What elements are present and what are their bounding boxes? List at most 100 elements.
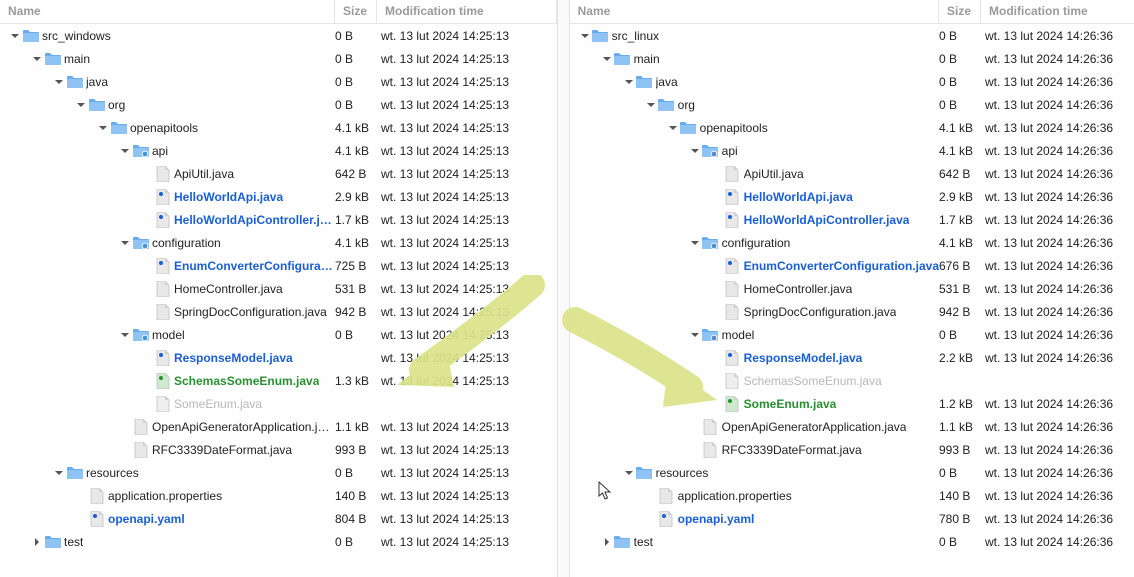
tree-row[interactable]: SchemasSomeEnum.java bbox=[570, 369, 1134, 392]
tree-row[interactable]: ApiUtil.java642 Bwt. 13 lut 2024 14:26:3… bbox=[570, 162, 1134, 185]
tree-row[interactable]: resources0 Bwt. 13 lut 2024 14:26:36 bbox=[570, 461, 1134, 484]
tree-row[interactable]: HelloWorldApi.java2.9 kBwt. 13 lut 2024 … bbox=[570, 185, 1134, 208]
tree-row[interactable]: src_windows0 Bwt. 13 lut 2024 14:25:13 bbox=[0, 24, 557, 47]
twisty-right-icon[interactable] bbox=[600, 535, 614, 549]
tree-row[interactable]: resources0 Bwt. 13 lut 2024 14:25:13 bbox=[0, 461, 557, 484]
tree-row[interactable]: java0 Bwt. 13 lut 2024 14:26:36 bbox=[570, 70, 1134, 93]
tree-row-label: RFC3339DateFormat.java bbox=[722, 443, 862, 457]
twisty-down-icon[interactable] bbox=[622, 466, 636, 480]
tree-row[interactable]: RFC3339DateFormat.java993 Bwt. 13 lut 20… bbox=[0, 438, 557, 461]
tree-row[interactable]: HelloWorldApiController.java1.7 kBwt. 13… bbox=[570, 208, 1134, 231]
tree-row[interactable]: openapi.yaml804 Bwt. 13 lut 2024 14:25:1… bbox=[0, 507, 557, 530]
tree-row[interactable]: SpringDocConfiguration.java942 Bwt. 13 l… bbox=[570, 300, 1134, 323]
tree-row[interactable]: configuration4.1 kBwt. 13 lut 2024 14:25… bbox=[0, 231, 557, 254]
tree-row[interactable]: configuration4.1 kBwt. 13 lut 2024 14:26… bbox=[570, 231, 1134, 254]
tree-row-size: 804 B bbox=[335, 512, 377, 526]
tree-row[interactable]: HelloWorldApiController.java1.7 kBwt. 13… bbox=[0, 208, 557, 231]
tree-row[interactable]: ApiUtil.java642 Bwt. 13 lut 2024 14:25:1… bbox=[0, 162, 557, 185]
header-size[interactable]: Size bbox=[335, 0, 377, 23]
tree-row[interactable]: java0 Bwt. 13 lut 2024 14:25:13 bbox=[0, 70, 557, 93]
twisty-down-icon[interactable] bbox=[74, 98, 88, 112]
tree-row-time: wt. 13 lut 2024 14:26:36 bbox=[981, 190, 1134, 204]
tree-row[interactable]: EnumConverterConfiguration.java676 Bwt. … bbox=[570, 254, 1134, 277]
tree-row[interactable]: model0 Bwt. 13 lut 2024 14:26:36 bbox=[570, 323, 1134, 346]
twisty-down-icon[interactable] bbox=[52, 75, 66, 89]
twisty-down-icon[interactable] bbox=[8, 29, 22, 43]
header-name[interactable]: Name bbox=[0, 0, 335, 23]
tree-row[interactable]: EnumConverterConfiguration.java725 Bwt. … bbox=[0, 254, 557, 277]
tree-row[interactable]: ResponseModel.javawt. 13 lut 2024 14:25:… bbox=[0, 346, 557, 369]
tree-row[interactable]: ResponseModel.java2.2 kBwt. 13 lut 2024 … bbox=[570, 346, 1134, 369]
tree-row[interactable]: api4.1 kBwt. 13 lut 2024 14:26:36 bbox=[570, 139, 1134, 162]
tree-row[interactable]: test0 Bwt. 13 lut 2024 14:26:36 bbox=[570, 530, 1134, 553]
tree-row[interactable]: openapitools4.1 kBwt. 13 lut 2024 14:26:… bbox=[570, 116, 1134, 139]
twisty-down-icon[interactable] bbox=[118, 144, 132, 158]
tree-row[interactable]: SomeEnum.java bbox=[0, 392, 557, 415]
folder-icon bbox=[614, 51, 631, 67]
tree-row-time: wt. 13 lut 2024 14:25:13 bbox=[377, 121, 557, 135]
twisty-down-icon[interactable] bbox=[118, 236, 132, 250]
tree-row[interactable]: main0 Bwt. 13 lut 2024 14:26:36 bbox=[570, 47, 1134, 70]
tree-row-time: wt. 13 lut 2024 14:26:36 bbox=[981, 167, 1134, 181]
tree-row-label: main bbox=[634, 52, 660, 66]
file-icon bbox=[154, 373, 171, 389]
tree-row[interactable]: org0 Bwt. 13 lut 2024 14:25:13 bbox=[0, 93, 557, 116]
tree-row[interactable]: HomeController.java531 Bwt. 13 lut 2024 … bbox=[0, 277, 557, 300]
tree-row[interactable]: model0 Bwt. 13 lut 2024 14:25:13 bbox=[0, 323, 557, 346]
twisty-down-icon[interactable] bbox=[688, 144, 702, 158]
tree-row-label: HomeController.java bbox=[744, 282, 853, 296]
tree-row-time: wt. 13 lut 2024 14:26:36 bbox=[981, 213, 1134, 227]
twisty-down-icon[interactable] bbox=[96, 121, 110, 135]
tree-row[interactable]: src_linux0 Bwt. 13 lut 2024 14:26:36 bbox=[570, 24, 1134, 47]
tree-row[interactable]: api4.1 kBwt. 13 lut 2024 14:25:13 bbox=[0, 139, 557, 162]
twisty-down-icon[interactable] bbox=[52, 466, 66, 480]
header-size[interactable]: Size bbox=[939, 0, 981, 23]
header-time[interactable]: Modification time bbox=[981, 0, 1134, 23]
twisty-down-icon[interactable] bbox=[622, 75, 636, 89]
folder-icon bbox=[680, 120, 697, 136]
file-icon bbox=[154, 166, 171, 182]
twisty-down-icon[interactable] bbox=[118, 328, 132, 342]
tree-row[interactable]: openapitools4.1 kBwt. 13 lut 2024 14:25:… bbox=[0, 116, 557, 139]
pane-gutter[interactable] bbox=[557, 0, 570, 577]
twisty-down-icon[interactable] bbox=[666, 121, 680, 135]
twisty-down-icon[interactable] bbox=[30, 52, 44, 66]
twisty-right-icon[interactable] bbox=[30, 535, 44, 549]
file-icon bbox=[724, 281, 741, 297]
header-time[interactable]: Modification time bbox=[377, 0, 557, 23]
tree-row[interactable]: test0 Bwt. 13 lut 2024 14:25:13 bbox=[0, 530, 557, 553]
twisty-down-icon[interactable] bbox=[644, 98, 658, 112]
tree-row-time: wt. 13 lut 2024 14:26:36 bbox=[981, 259, 1134, 273]
tree-row[interactable]: HomeController.java531 Bwt. 13 lut 2024 … bbox=[570, 277, 1134, 300]
tree-row-label: api bbox=[152, 144, 168, 158]
tree-row-label: org bbox=[678, 98, 695, 112]
right-tree[interactable]: src_linux0 Bwt. 13 lut 2024 14:26:36main… bbox=[570, 24, 1134, 553]
tree-row[interactable]: application.properties140 Bwt. 13 lut 20… bbox=[0, 484, 557, 507]
tree-row[interactable]: SchemasSomeEnum.java1.3 kBwt. 13 lut 202… bbox=[0, 369, 557, 392]
tree-row[interactable]: org0 Bwt. 13 lut 2024 14:26:36 bbox=[570, 93, 1134, 116]
tree-row[interactable]: main0 Bwt. 13 lut 2024 14:25:13 bbox=[0, 47, 557, 70]
tree-row-time: wt. 13 lut 2024 14:25:13 bbox=[377, 144, 557, 158]
tree-row[interactable]: OpenApiGeneratorApplication.java1.1 kBwt… bbox=[570, 415, 1134, 438]
tree-row[interactable]: openapi.yaml780 Bwt. 13 lut 2024 14:26:3… bbox=[570, 507, 1134, 530]
twisty-down-icon[interactable] bbox=[688, 236, 702, 250]
tree-row[interactable]: OpenApiGeneratorApplication.java1.1 kBwt… bbox=[0, 415, 557, 438]
tree-row-size: 4.1 kB bbox=[335, 236, 377, 250]
folder-icon bbox=[636, 74, 653, 90]
tree-row-size: 0 B bbox=[939, 466, 981, 480]
left-tree[interactable]: src_windows0 Bwt. 13 lut 2024 14:25:13ma… bbox=[0, 24, 557, 553]
tree-row-size: 642 B bbox=[939, 167, 981, 181]
tree-row[interactable]: HelloWorldApi.java2.9 kBwt. 13 lut 2024 … bbox=[0, 185, 557, 208]
header-name[interactable]: Name bbox=[570, 0, 939, 23]
twisty-down-icon[interactable] bbox=[688, 328, 702, 342]
tree-row[interactable]: application.properties140 Bwt. 13 lut 20… bbox=[570, 484, 1134, 507]
tree-row-label: SchemasSomeEnum.java bbox=[744, 374, 882, 388]
tree-row[interactable]: RFC3339DateFormat.java993 Bwt. 13 lut 20… bbox=[570, 438, 1134, 461]
tree-row-time: wt. 13 lut 2024 14:26:36 bbox=[981, 29, 1134, 43]
twisty-down-icon[interactable] bbox=[578, 29, 592, 43]
twisty-down-icon[interactable] bbox=[600, 52, 614, 66]
file-icon bbox=[132, 442, 149, 458]
tree-row[interactable]: SpringDocConfiguration.java942 Bwt. 13 l… bbox=[0, 300, 557, 323]
tree-row[interactable]: SomeEnum.java1.2 kBwt. 13 lut 2024 14:26… bbox=[570, 392, 1134, 415]
tree-row-size: 2.9 kB bbox=[939, 190, 981, 204]
